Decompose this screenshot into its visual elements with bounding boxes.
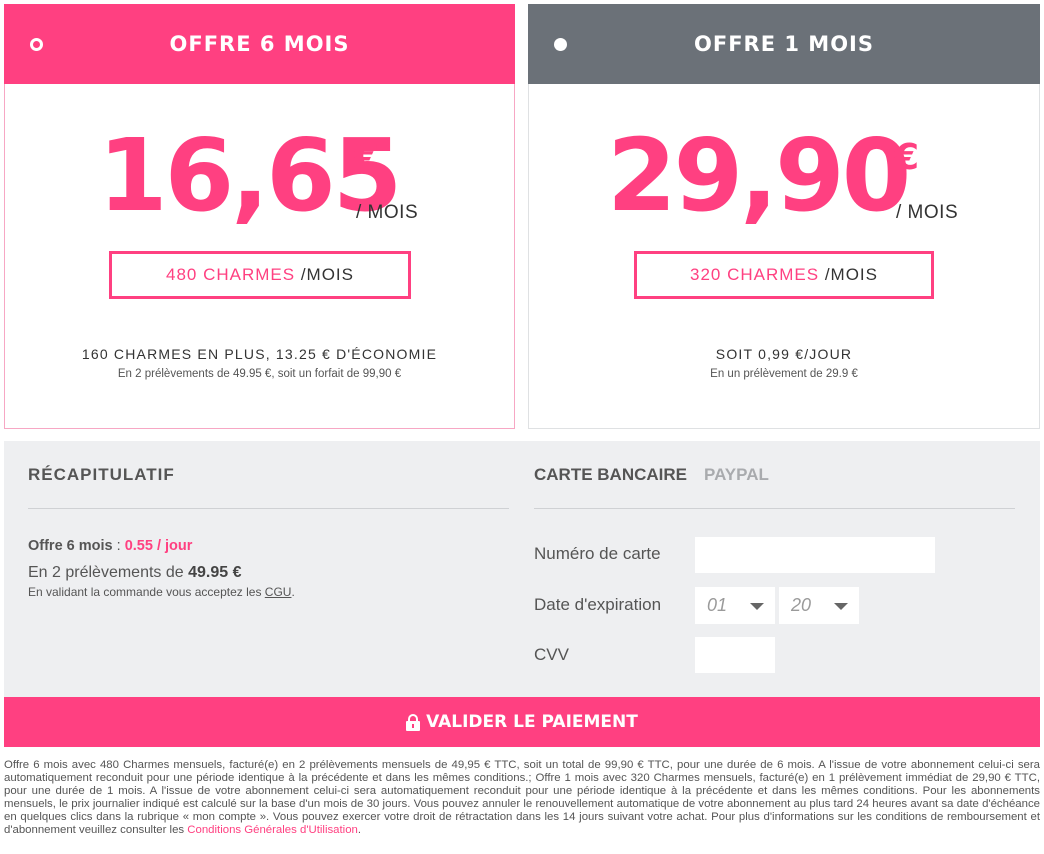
- checkout-panel: RÉCAPITULATIF Offre 6 mois : 0.55 / jour…: [4, 441, 1040, 697]
- chevron-down-icon: [750, 603, 764, 610]
- recap-cgu-notice: En validant la commande vous acceptez le…: [28, 585, 295, 599]
- charms-amount: 480 CHARMES: [165, 265, 296, 284]
- cvv-input[interactable]: [695, 637, 775, 673]
- charms-box: 320 CHARMES /MOIS: [634, 251, 934, 299]
- price-unit: / MOIS: [356, 202, 419, 223]
- card-number-input[interactable]: [695, 537, 935, 573]
- charms-unit: /MOIS: [824, 265, 878, 284]
- recap-divider: [28, 508, 509, 509]
- cvv-label: CVV: [534, 645, 569, 664]
- radio-checked-icon[interactable]: [30, 38, 43, 51]
- recap-offer-rate: 0.55 / jour: [124, 538, 193, 554]
- plan-savings: 160 CHARMES EN PLUS, 13.25 € D'ÉCONOMIE: [81, 346, 438, 362]
- chevron-down-icon: [834, 603, 848, 610]
- lock-icon: [406, 713, 421, 731]
- charms-amount: 320 CHARMES: [689, 265, 820, 284]
- charms-box: 480 CHARMES /MOIS: [109, 251, 411, 299]
- recap-offer: Offre 6 mois : 0.55 / jour: [28, 538, 192, 554]
- plan-body: 29,90 € / MOIS 320 CHARMES /MOIS SOIT 0,…: [528, 84, 1040, 429]
- recap-billing-prefix: En 2 prélèvements de: [28, 564, 189, 581]
- recap-billing: En 2 prélèvements de 49.95 €: [28, 564, 241, 582]
- expiry-year-value: 20: [791, 595, 812, 615]
- expiry-label: Date d'expiration: [534, 595, 662, 614]
- recap-offer-name: Offre 6 mois: [28, 538, 113, 554]
- recap-billing-amount: 49.95 €: [188, 564, 242, 581]
- plan-header-6-months[interactable]: OFFRE 6 MOIS: [4, 4, 515, 84]
- plan-header-1-month[interactable]: OFFRE 1 MOIS: [528, 4, 1040, 84]
- validate-payment-button[interactable]: VALIDER LE PAIEMENT: [4, 697, 1040, 747]
- plan-billing-detail: En un prélèvement de 29.9 €: [710, 368, 858, 380]
- plan-title: OFFRE 1 MOIS: [694, 32, 874, 56]
- expiry-year-select[interactable]: 20: [779, 587, 859, 624]
- validate-payment-label: VALIDER LE PAIEMENT: [426, 712, 638, 732]
- expiry-month-value: 01: [707, 595, 728, 615]
- card-number-label: Numéro de carte: [534, 544, 661, 563]
- plan-billing-detail: En 2 prélèvements de 49.95 €, soit un fo…: [117, 368, 402, 380]
- recap-title: RÉCAPITULATIF: [28, 465, 175, 484]
- payment-divider: [534, 508, 1015, 509]
- terms-link[interactable]: Conditions Générales d'Utilisation: [187, 824, 358, 836]
- plan-daily-price: SOIT 0,99 €/JOUR: [715, 346, 853, 362]
- price-unit: / MOIS: [896, 202, 959, 223]
- plan-title: OFFRE 6 MOIS: [169, 32, 350, 56]
- price-currency: €: [354, 137, 380, 178]
- price-currency: €: [894, 137, 920, 178]
- cgu-suffix: .: [291, 585, 295, 599]
- tab-paypal[interactable]: PAYPAL: [704, 465, 769, 485]
- charms-unit: /MOIS: [300, 265, 354, 284]
- legal-suffix: .: [357, 824, 362, 837]
- cgu-link[interactable]: CGU: [265, 585, 292, 599]
- plan-body: 16,65 € / MOIS 480 CHARMES /MOIS 160 CHA…: [4, 84, 515, 429]
- legal-text: Offre 6 mois avec 480 Charmes mensuels, …: [4, 759, 1040, 837]
- recap-separator: :: [112, 538, 125, 554]
- legal-notice: Offre 6 mois avec 480 Charmes mensuels, …: [4, 759, 1040, 838]
- price-value: 29,90: [607, 117, 911, 234]
- radio-unchecked-icon[interactable]: [554, 38, 567, 51]
- expiry-month-select[interactable]: 01: [695, 587, 775, 624]
- tab-credit-card[interactable]: CARTE BANCAIRE: [534, 465, 687, 485]
- cgu-prefix: En validant la commande vous acceptez le…: [28, 585, 265, 599]
- plan-card-1-month[interactable]: OFFRE 1 MOIS 29,90 € / MOIS 320 CHARMES …: [528, 4, 1040, 429]
- plan-card-6-months[interactable]: OFFRE 6 MOIS 16,65 € / MOIS 480 CHARMES …: [4, 4, 515, 429]
